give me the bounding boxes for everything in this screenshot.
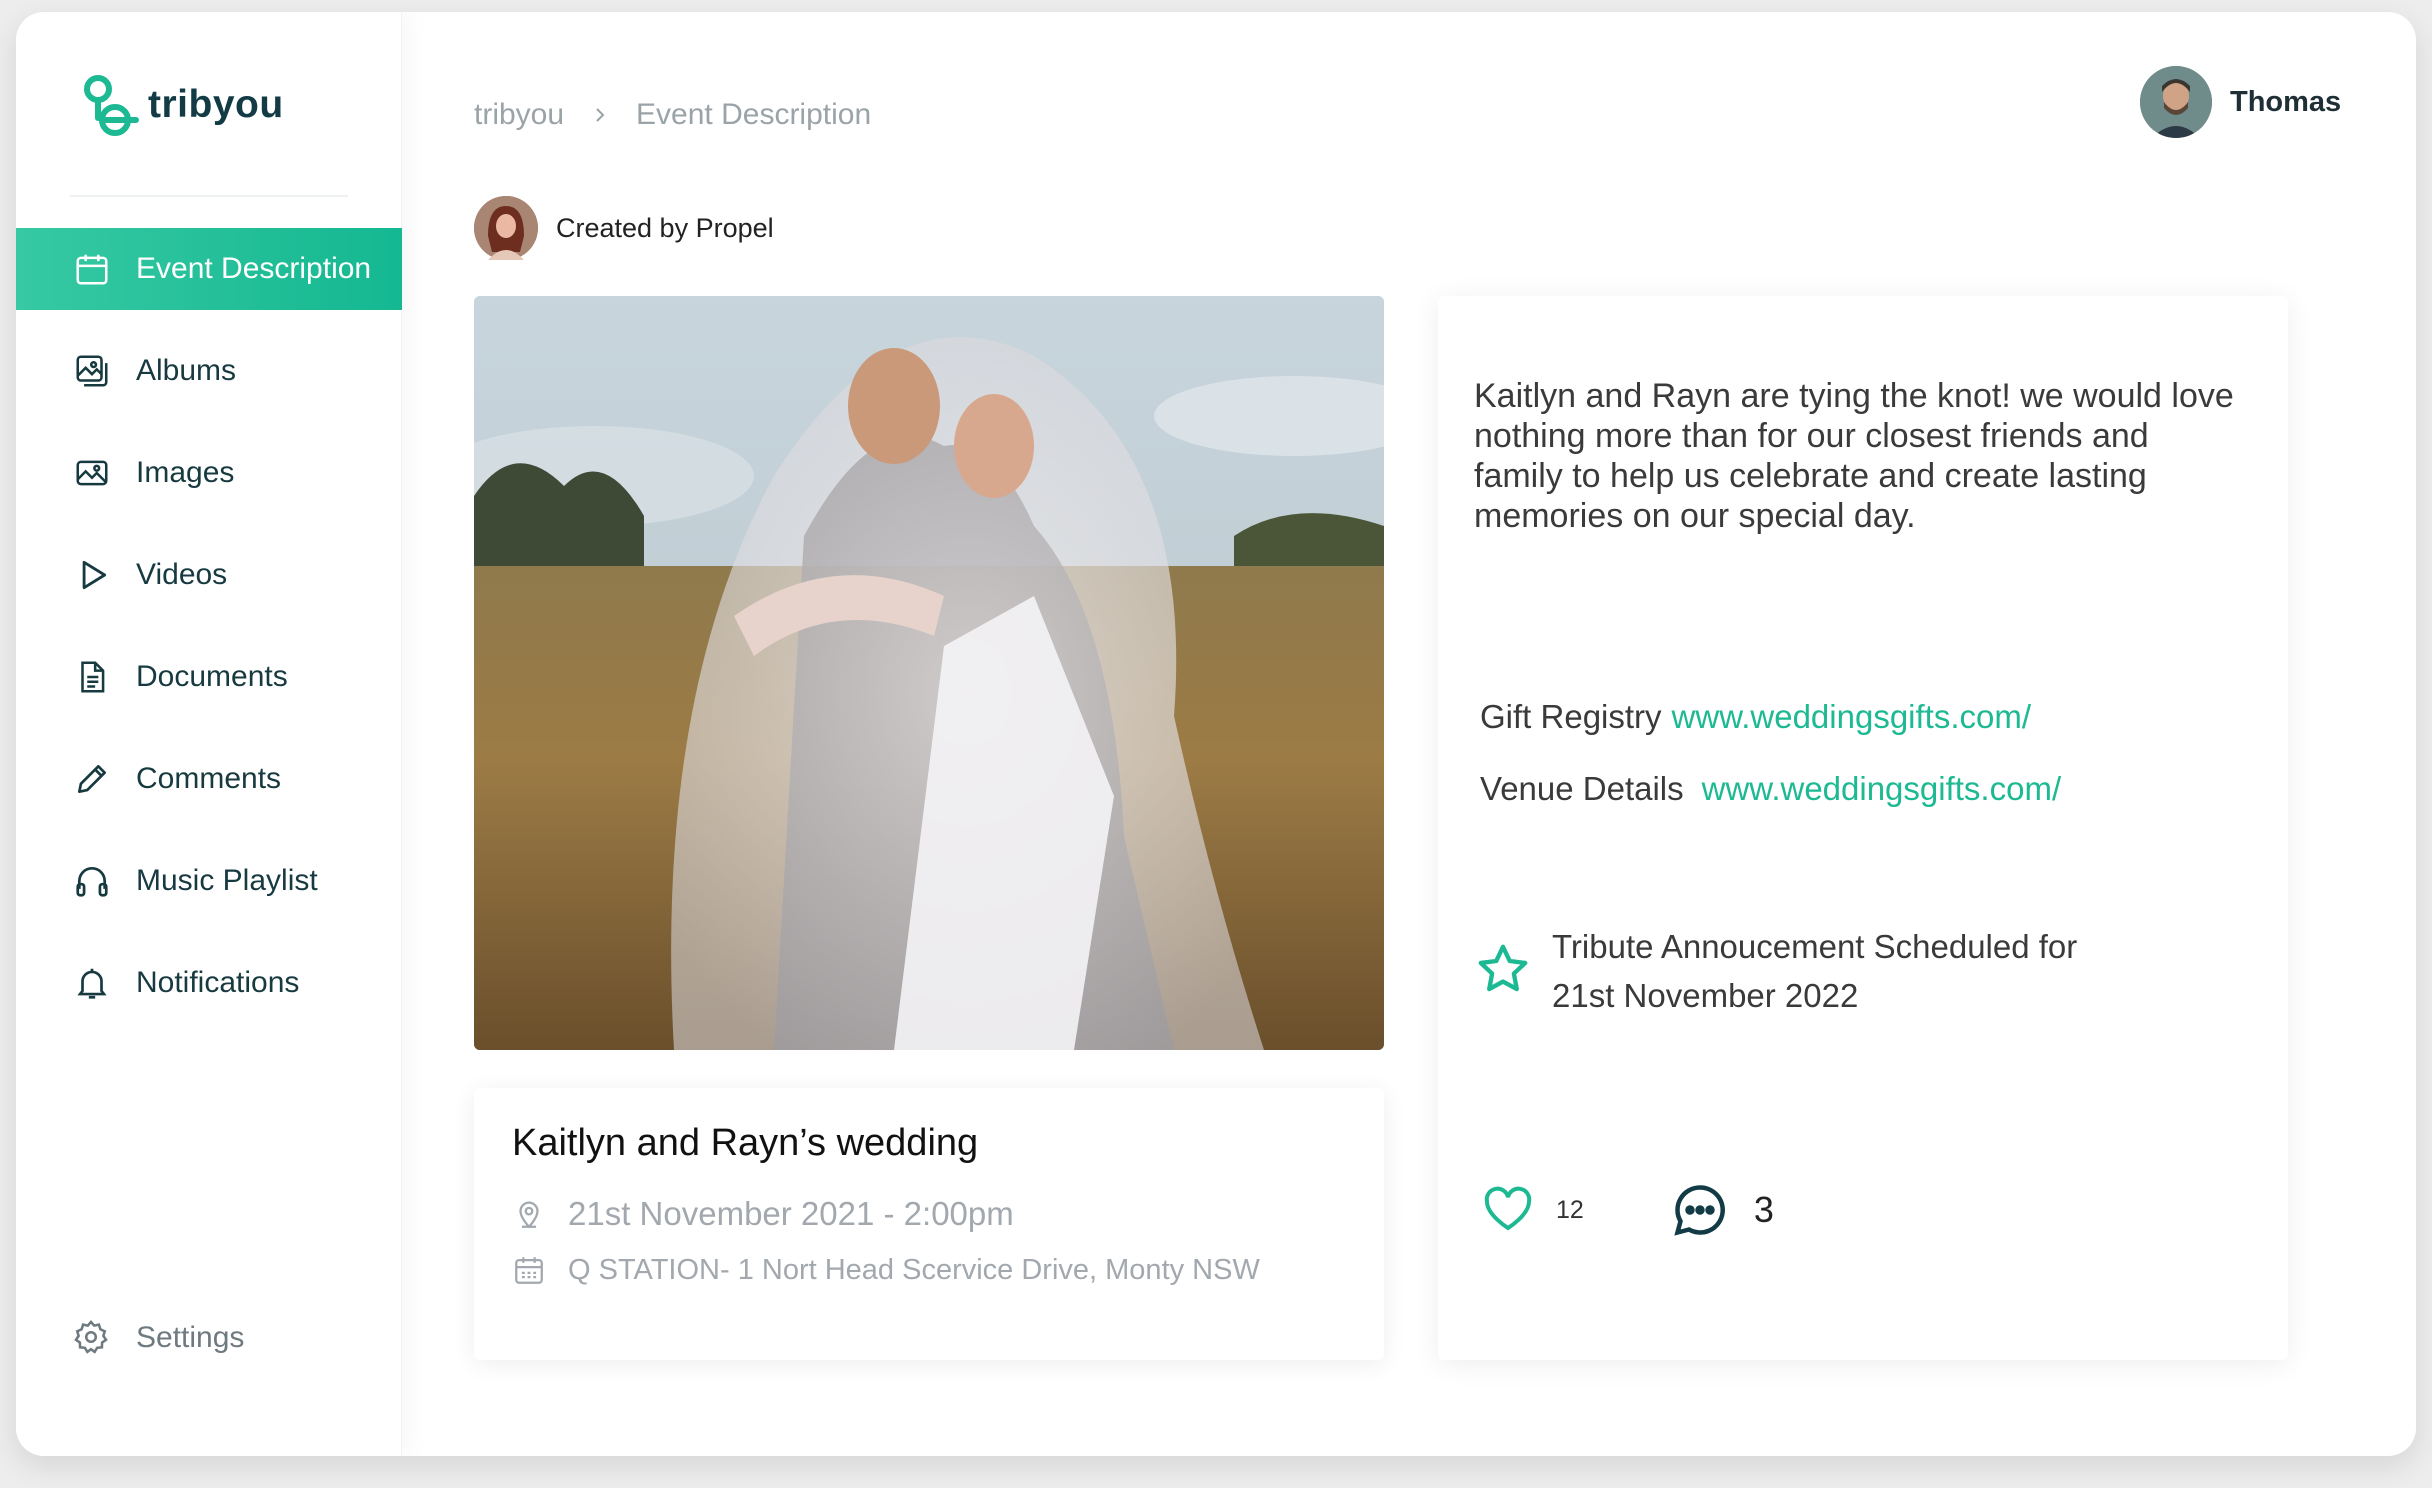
sidebar-item-event-description[interactable]: Event Description [16,228,402,310]
gift-registry-label: Gift Registry [1480,698,1662,735]
sidebar-item-label: Documents [136,660,288,693]
tribute-line-1: Tribute Annoucement Scheduled for [1552,928,2078,965]
creator-avatar [474,196,538,260]
sidebar-item-videos[interactable]: Videos [16,534,402,616]
sidebar-item-label: Videos [136,558,228,591]
venue-details-row: Venue Details www.weddingsgifts.com/ [1480,770,2061,808]
settings-link[interactable]: Settings [72,1318,244,1358]
image-icon [72,453,112,493]
chat-bubble-icon [1674,1185,1725,1236]
event-date-row: 21st November 2021 - 2:00pm [512,1195,1346,1233]
comment-count: 3 [1753,1189,1774,1230]
gift-registry-link[interactable]: www.weddingsgifts.com/ [1672,698,2031,735]
star-icon [1478,944,1528,992]
tribute-line-2: 21st November 2022 [1552,977,1859,1014]
document-icon [72,657,112,697]
event-date: 21st November 2021 - 2:00pm [568,1195,1014,1232]
albums-icon [72,351,112,391]
settings-label: Settings [136,1321,245,1354]
event-description: Kaitlyn and Rayn are tying the knot! we … [1474,377,2234,535]
event-title: Kaitlyn and Rayn’s wedding [512,1122,979,1164]
creator-info: Created by Propel [474,196,774,260]
sidebar-nav: Event Description Albums Images Videos D… [16,228,402,1044]
chevron-right-icon [596,108,605,122]
logo[interactable]: tribyou [78,70,284,140]
sidebar-item-documents[interactable]: Documents [16,636,402,718]
sidebar-item-label: Images [136,456,235,489]
sidebar-item-label: Comments [136,762,282,795]
venue-details-label: Venue Details [1480,770,1684,807]
calendar-icon [72,249,112,289]
reactions-bar: 12 3 [1482,1180,1774,1240]
sidebar-item-comments[interactable]: Comments [16,738,402,820]
calendar-icon [515,1257,543,1284]
tribute-announcement: Tribute Annoucement Scheduled for 21st N… [1474,922,2077,1020]
user-name: Thomas [2230,85,2342,118]
venue-details-link[interactable]: www.weddingsgifts.com/ [1702,770,2061,807]
breadcrumb: tribyou Event Description [474,98,871,132]
comment-button[interactable]: 3 [1670,1180,1774,1240]
like-count: 12 [1556,1195,1584,1224]
sidebar-item-label: Notifications [136,966,300,999]
sidebar-item-label: Event Description [136,252,372,285]
gear-icon [72,1318,112,1358]
logo-divider [70,195,348,197]
event-location: Q STATION- 1 Nort Head Scervice Drive, M… [568,1253,1260,1286]
event-details-card: Kaitlyn and Rayn are tying the knot! we … [1438,296,2288,1360]
breadcrumb-item-home[interactable]: tribyou [474,98,564,132]
sidebar-item-music-playlist[interactable]: Music Playlist [16,840,402,922]
sidebar-item-label: Music Playlist [136,864,318,897]
play-icon [72,555,112,595]
sidebar-item-albums[interactable]: Albums [16,330,402,412]
gift-registry-row: Gift Registry www.weddingsgifts.com/ [1480,698,2031,736]
sidebar: tribyou Event Description Albums Images … [16,12,402,1456]
event-summary-card: Kaitlyn and Rayn’s wedding 21st November… [474,1088,1384,1360]
breadcrumb-item-current: Event Description [636,98,872,131]
heart-icon [1484,1186,1532,1231]
tribyou-logo-icon [84,75,139,136]
avatar [2140,66,2212,138]
pencil-icon [72,759,112,799]
wedding-photo-image [474,296,1384,1050]
app-window: tribyou Event Description Albums Images … [16,12,2416,1456]
bell-icon [72,963,112,1003]
created-by-label: Created by Propel [556,212,774,243]
sidebar-item-notifications[interactable]: Notifications [16,942,402,1024]
headphones-icon [72,861,112,901]
event-photo[interactable] [474,296,1384,1050]
sidebar-item-label: Albums [136,354,237,387]
user-menu[interactable]: Thomas [2140,66,2341,138]
sidebar-item-images[interactable]: Images [16,432,402,514]
brand-name: tribyou [148,83,284,126]
event-location-row: Q STATION- 1 Nort Head Scervice Drive, M… [512,1253,1346,1287]
like-button[interactable]: 12 [1482,1186,1584,1234]
location-pin-icon [519,1201,539,1229]
